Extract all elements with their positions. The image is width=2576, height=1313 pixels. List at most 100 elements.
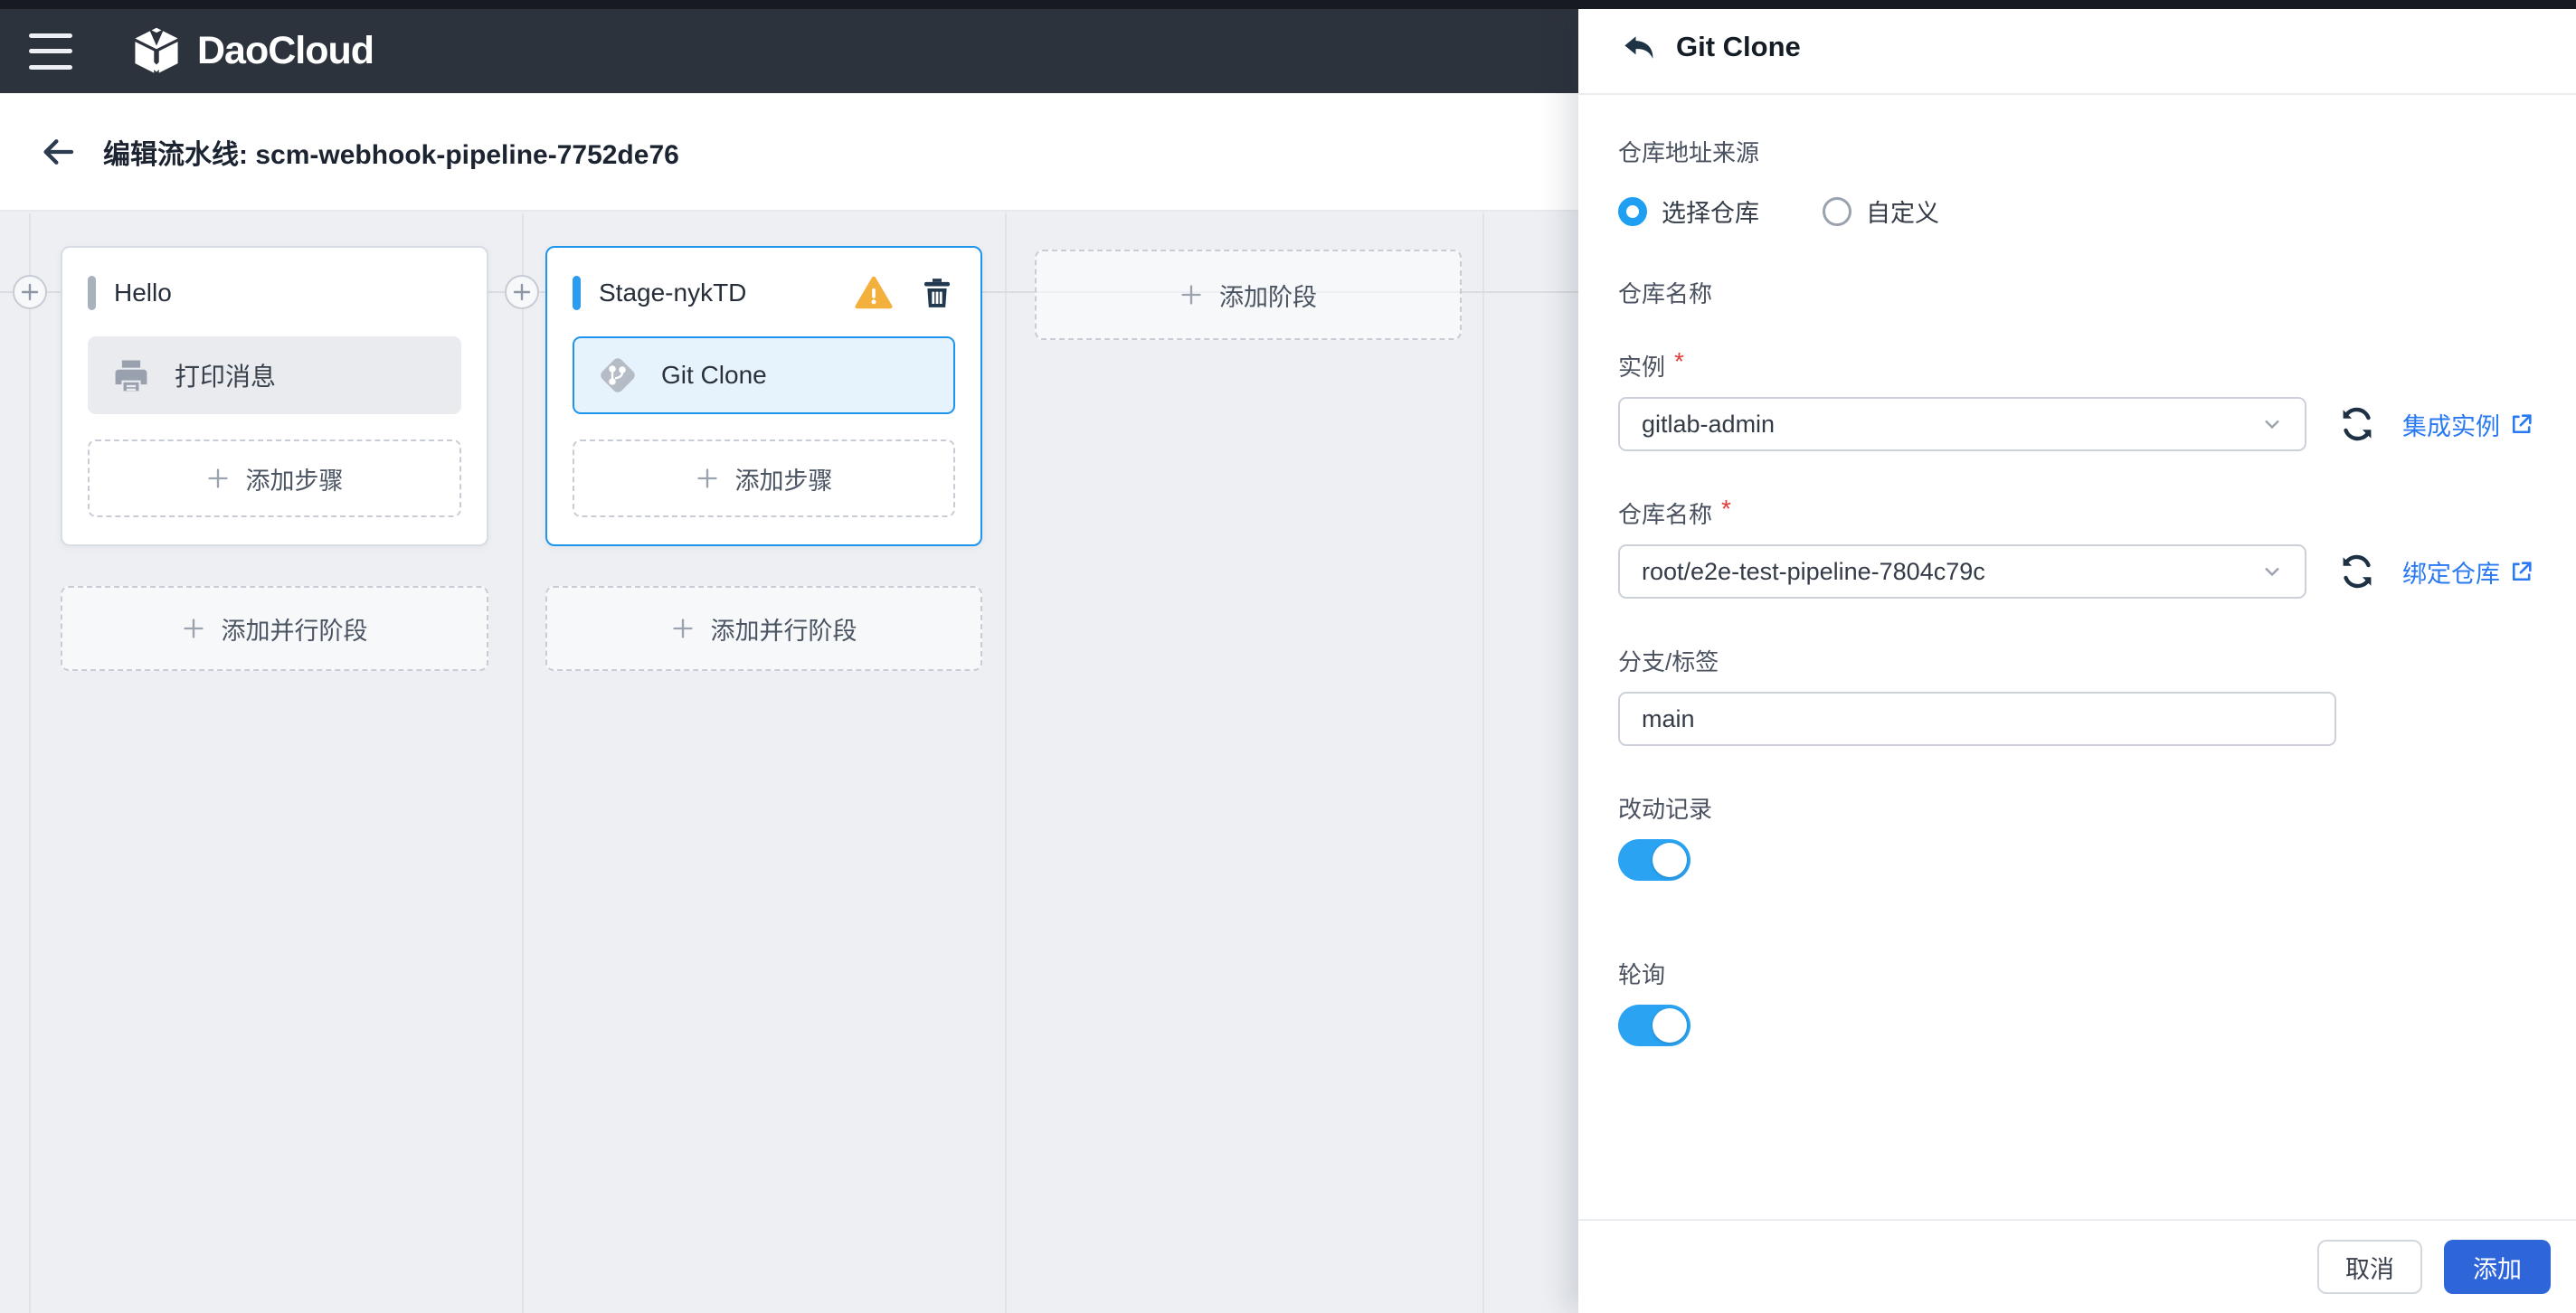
add-parallel-stage-button[interactable]: 添加并行阶段	[61, 586, 488, 671]
panel-header: Git Clone	[1578, 0, 2576, 95]
toggle-knob	[1653, 843, 1687, 877]
radio-custom[interactable]: 自定义	[1823, 194, 1939, 229]
chevron-down-icon	[2265, 420, 2279, 430]
submit-add-button[interactable]: 添加	[2444, 1240, 2551, 1294]
instance-select-row: gitlab-admin 集成实例	[1618, 397, 2534, 451]
repo-source-radio-group: 选择仓库 自定义	[1618, 194, 2534, 229]
external-link-icon	[2512, 414, 2532, 434]
toggle-knob	[1653, 1008, 1687, 1043]
instance-select-value: gitlab-admin	[1642, 410, 1776, 438]
refresh-instances-button[interactable]	[2337, 404, 2377, 444]
insert-stage-before-button[interactable]	[13, 275, 47, 309]
changelog-label: 改动记录	[1618, 796, 1713, 823]
warning-icon	[854, 273, 894, 313]
plus-node-icon	[513, 283, 531, 301]
plus-icon	[1181, 285, 1201, 305]
cancel-button[interactable]: 取消	[2317, 1240, 2422, 1294]
chevron-down-icon	[2265, 567, 2279, 577]
required-asterisk: *	[1674, 347, 1684, 375]
add-parallel-stage-button[interactable]: 添加并行阶段	[545, 586, 982, 671]
stage-accent-bar	[573, 276, 581, 310]
plus-icon	[207, 468, 228, 488]
hamburger-menu-icon[interactable]	[29, 33, 76, 70]
add-parallel-label: 添加并行阶段	[221, 617, 368, 645]
radio-label: 选择仓库	[1662, 200, 1759, 227]
stage-column-hello: Hello 打印消息 添加步骤 添加并行阶段	[61, 246, 488, 671]
polling-toggle[interactable]	[1618, 1005, 1690, 1046]
stage-name: Stage-nykTD	[599, 279, 747, 307]
column-divider	[1482, 213, 1484, 1313]
step-label: 打印消息	[175, 363, 277, 391]
insert-stage-between-button[interactable]	[505, 275, 539, 309]
step-print-message[interactable]: 打印消息	[88, 336, 461, 414]
add-stage-label: 添加阶段	[1219, 283, 1317, 311]
reply-arrow-icon	[1624, 35, 1653, 59]
integration-instance-link[interactable]: 集成实例	[2402, 407, 2534, 442]
bind-repo-link[interactable]: 绑定仓库	[2402, 554, 2534, 590]
repo-select[interactable]: root/e2e-test-pipeline-7804c79c	[1618, 544, 2306, 599]
delete-stage-button[interactable]	[919, 275, 955, 311]
panel-title: Git Clone	[1676, 30, 1801, 62]
stage-header: Stage-nykTD	[573, 271, 955, 315]
git-clone-config-panel: Git Clone 仓库地址来源 选择仓库 自定义 仓库名称 实例 * gitl…	[1578, 0, 2576, 1313]
page-title: 编辑流水线: scm-webhook-pipeline-7752de76	[103, 139, 679, 170]
add-parallel-label: 添加并行阶段	[710, 617, 857, 645]
page-header: 编辑流水线: scm-webhook-pipeline-7752de76	[0, 93, 1578, 212]
external-link-icon	[2512, 562, 2532, 581]
step-git-clone[interactable]: Git Clone	[573, 336, 955, 414]
column-divider	[29, 213, 31, 1313]
instance-field-label: 实例 *	[1618, 347, 1684, 382]
instance-select[interactable]: gitlab-admin	[1618, 397, 2306, 451]
add-step-label: 添加步骤	[734, 467, 833, 495]
app-root: DaoCloud 编辑流水线: scm-webhook-pipeline-775…	[0, 0, 2576, 1313]
radio-off-icon	[1823, 196, 1852, 226]
plus-node-icon	[21, 283, 39, 301]
add-step-label: 添加步骤	[245, 467, 344, 495]
link-label: 集成实例	[2402, 412, 2500, 440]
add-stage-button[interactable]: 添加阶段	[1035, 250, 1462, 340]
radio-on-icon	[1618, 196, 1647, 226]
link-label: 绑定仓库	[2402, 560, 2500, 588]
stage-card-hello[interactable]: Hello 打印消息 添加步骤	[61, 246, 488, 546]
repo-field-label: 仓库名称 *	[1618, 495, 1731, 529]
stage-accent-bar	[88, 276, 96, 310]
repo-source-label: 仓库地址来源	[1618, 139, 1760, 166]
step-label: Git Clone	[661, 361, 767, 389]
window-top-strip	[0, 0, 2576, 9]
panel-body: 仓库地址来源 选择仓库 自定义 仓库名称 实例 * gitlab-admin 集…	[1578, 95, 2576, 1219]
stage-card-nyktd[interactable]: Stage-nykTD Git Clone 添加步骤	[545, 246, 982, 546]
repo-section-label: 仓库名称	[1618, 280, 1713, 307]
radio-label: 自定义	[1866, 200, 1939, 227]
column-divider	[522, 213, 524, 1313]
daocloud-logo: DaoCloud	[130, 25, 374, 78]
stage-column-new: 添加阶段	[1035, 246, 1462, 340]
pipeline-canvas: Hello 打印消息 添加步骤 添加并行阶段 Stage-nykTD Git C…	[0, 213, 1578, 1313]
refresh-repos-button[interactable]	[2337, 552, 2377, 591]
add-step-button[interactable]: 添加步骤	[88, 439, 461, 517]
polling-label: 轮询	[1618, 961, 1666, 988]
radio-select-repo[interactable]: 选择仓库	[1618, 194, 1759, 229]
refresh-icon	[2343, 407, 2372, 441]
repo-select-value: root/e2e-test-pipeline-7804c79c	[1642, 557, 1985, 585]
daocloud-cube-icon	[135, 27, 178, 73]
plus-icon	[672, 619, 693, 638]
column-divider	[1005, 213, 1007, 1313]
back-arrow-icon[interactable]	[40, 132, 80, 172]
plus-icon	[696, 468, 717, 488]
changelog-toggle[interactable]	[1618, 839, 1690, 881]
required-asterisk: *	[1721, 495, 1731, 523]
stage-name: Hello	[114, 279, 172, 307]
branch-input[interactable]	[1618, 692, 2336, 746]
top-navigation-bar: DaoCloud	[0, 9, 1578, 93]
repo-select-row: root/e2e-test-pipeline-7804c79c 绑定仓库	[1618, 544, 2534, 599]
add-step-button[interactable]: 添加步骤	[573, 439, 955, 517]
branch-field-label: 分支/标签	[1618, 648, 1719, 675]
stage-header: Hello	[88, 271, 461, 315]
trash-icon	[924, 279, 950, 307]
printer-icon	[109, 354, 153, 397]
panel-footer: 取消 添加	[1578, 1219, 2576, 1313]
stage-column-nyktd: Stage-nykTD Git Clone 添加步骤 添加并行阶段	[545, 246, 982, 671]
brand-name: DaoCloud	[197, 29, 374, 72]
git-icon	[596, 354, 639, 397]
plus-icon	[183, 619, 204, 638]
